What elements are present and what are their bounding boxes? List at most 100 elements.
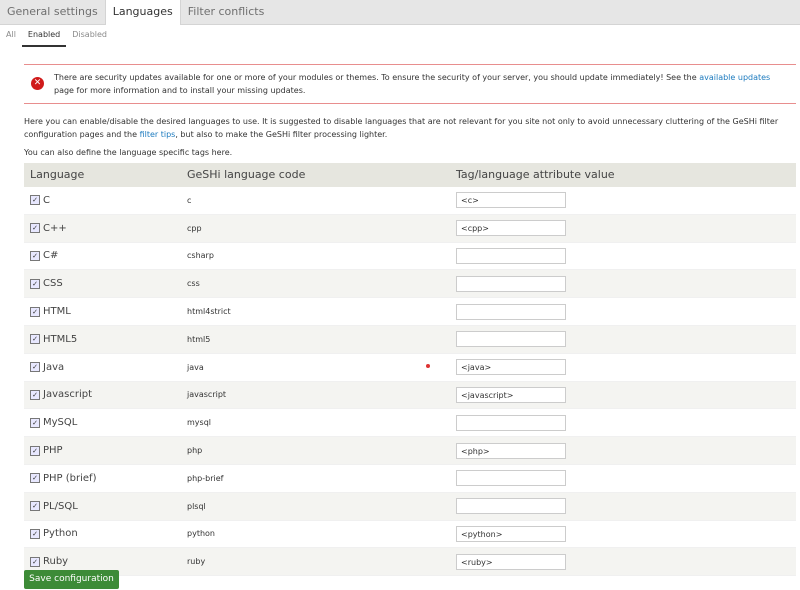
enable-checkbox[interactable]: ✓ (30, 362, 40, 373)
tab-general-settings[interactable]: General settings (0, 0, 105, 24)
subtab-enabled[interactable]: Enabled (21, 25, 67, 47)
tag-cell (450, 414, 796, 431)
language-cell: ✓ C (24, 195, 181, 206)
tag-input[interactable] (456, 470, 566, 487)
alert-message: There are security updates available for… (54, 71, 784, 97)
tab-languages[interactable]: Languages (104, 0, 181, 25)
language-cell: ✓ PL/SQL (24, 501, 181, 512)
enable-checkbox[interactable]: ✓ (30, 278, 40, 289)
language-code: html4strict (187, 307, 231, 317)
intro-text-after: , but also to make the GeSHi filter proc… (175, 130, 388, 139)
language-cell: ✓ C++ (24, 223, 181, 234)
subtab-disabled[interactable]: Disabled (66, 25, 113, 47)
header-code: GeSHi language code (187, 168, 306, 181)
tag-cell: <cpp> (450, 220, 796, 237)
language-code: ruby (187, 557, 206, 567)
tag-input[interactable]: <ruby> (456, 553, 566, 570)
enable-checkbox[interactable]: ✓ (30, 306, 40, 317)
language-cell: ✓ MySQL (24, 417, 181, 428)
language-code: php (187, 446, 203, 456)
language-cell: ✓ Python (24, 528, 181, 539)
subtab-all[interactable]: All (0, 25, 22, 47)
tag-input[interactable]: <java> (456, 359, 566, 376)
language-code: csharp (187, 251, 214, 261)
tag-input[interactable]: <javascript> (456, 386, 566, 403)
enable-checkbox[interactable]: ✓ (30, 501, 40, 512)
tag-input[interactable]: <c> (456, 192, 566, 209)
tag-input[interactable]: <cpp> (456, 220, 566, 237)
tag-input[interactable] (456, 331, 566, 348)
table-row: ✓ C# csharp (24, 242, 796, 271)
tag-input[interactable] (456, 303, 566, 320)
save-configuration-button[interactable]: Save configuration (24, 570, 119, 589)
language-code: c (187, 195, 192, 205)
tab-filter-conflicts[interactable]: Filter conflicts (181, 0, 272, 24)
language-cell: ✓ PHP (24, 445, 181, 456)
enable-checkbox[interactable]: ✓ (30, 473, 40, 484)
language-code: plsql (187, 501, 206, 511)
language-code: cpp (187, 223, 202, 233)
tag-cell: <c> (450, 192, 796, 209)
enable-checkbox[interactable]: ✓ (30, 223, 40, 234)
language-code: php-brief (187, 473, 224, 483)
language-cell: ✓ C# (24, 250, 181, 261)
error-icon: ✕ (31, 77, 44, 90)
tag-cell (450, 303, 796, 320)
language-cell: ✓ HTML (24, 306, 181, 317)
tag-cell: <ruby> (450, 553, 796, 570)
header-language: Language (30, 168, 85, 181)
language-code: javascript (187, 390, 227, 400)
tag-input[interactable] (456, 247, 566, 264)
enable-checkbox[interactable]: ✓ (30, 528, 40, 539)
language-name: HTML (43, 306, 71, 318)
language-name: MySQL (43, 417, 78, 429)
language-code: mysql (187, 418, 211, 428)
enable-checkbox[interactable]: ✓ (30, 334, 40, 345)
language-name: PHP (brief) (43, 472, 97, 484)
enable-checkbox[interactable]: ✓ (30, 389, 40, 400)
table-row: ✓ PL/SQL plsql (24, 492, 796, 521)
tag-input[interactable] (456, 275, 566, 292)
table-row: ✓ C++ cpp <cpp> (24, 214, 796, 243)
tag-cell (450, 275, 796, 292)
table-row: ✓ HTML html4strict (24, 298, 796, 326)
tag-cell (450, 470, 796, 487)
filter-tips-link[interactable]: filter tips (140, 130, 176, 139)
language-name: CSS (43, 278, 63, 290)
language-cell: ✓ CSS (24, 278, 181, 289)
tag-input[interactable]: <python> (456, 525, 566, 542)
enable-checkbox[interactable]: ✓ (30, 195, 40, 206)
tag-cell (450, 331, 796, 348)
language-name: C# (43, 250, 59, 262)
language-name: C (43, 194, 50, 206)
tag-input[interactable] (456, 498, 566, 515)
enable-checkbox[interactable]: ✓ (30, 445, 40, 456)
primary-tabs: General settings Languages Filter confli… (0, 0, 800, 25)
table-header: Language GeSHi language code Tag/languag… (24, 163, 796, 187)
table-row: ✓ Java java <java> (24, 353, 796, 382)
language-name: Ruby (43, 556, 69, 568)
intro-text: Here you can enable/disable the desired … (24, 115, 794, 141)
alert-text-after: page for more information and to install… (54, 86, 306, 95)
available-updates-link[interactable]: available updates (699, 73, 770, 82)
enable-checkbox[interactable]: ✓ (30, 250, 40, 261)
secondary-tabs: All Enabled Disabled (0, 25, 800, 47)
tag-input[interactable]: <php> (456, 442, 566, 459)
table-row: ✓ MySQL mysql (24, 409, 796, 438)
table-row: ✓ CSS css (24, 270, 796, 299)
table-row: ✓ PHP (brief) php-brief (24, 464, 796, 493)
language-cell: ✓ PHP (brief) (24, 473, 181, 484)
language-name: Javascript (43, 389, 92, 401)
language-code: java (187, 362, 204, 372)
table-row: ✓ Ruby ruby <ruby> (24, 548, 796, 577)
language-cell: ✓ Ruby (24, 556, 181, 567)
tag-input[interactable] (456, 414, 566, 431)
language-code: html5 (187, 334, 211, 344)
enable-checkbox[interactable]: ✓ (30, 556, 40, 567)
intro-text-2: You can also define the language specifi… (24, 148, 233, 157)
table-row: ✓ HTML5 html5 (24, 325, 796, 354)
language-name: Python (43, 528, 78, 540)
tag-cell: <python> (450, 525, 796, 542)
enable-checkbox[interactable]: ✓ (30, 417, 40, 428)
intro-text-before: Here you can enable/disable the desired … (24, 117, 779, 139)
